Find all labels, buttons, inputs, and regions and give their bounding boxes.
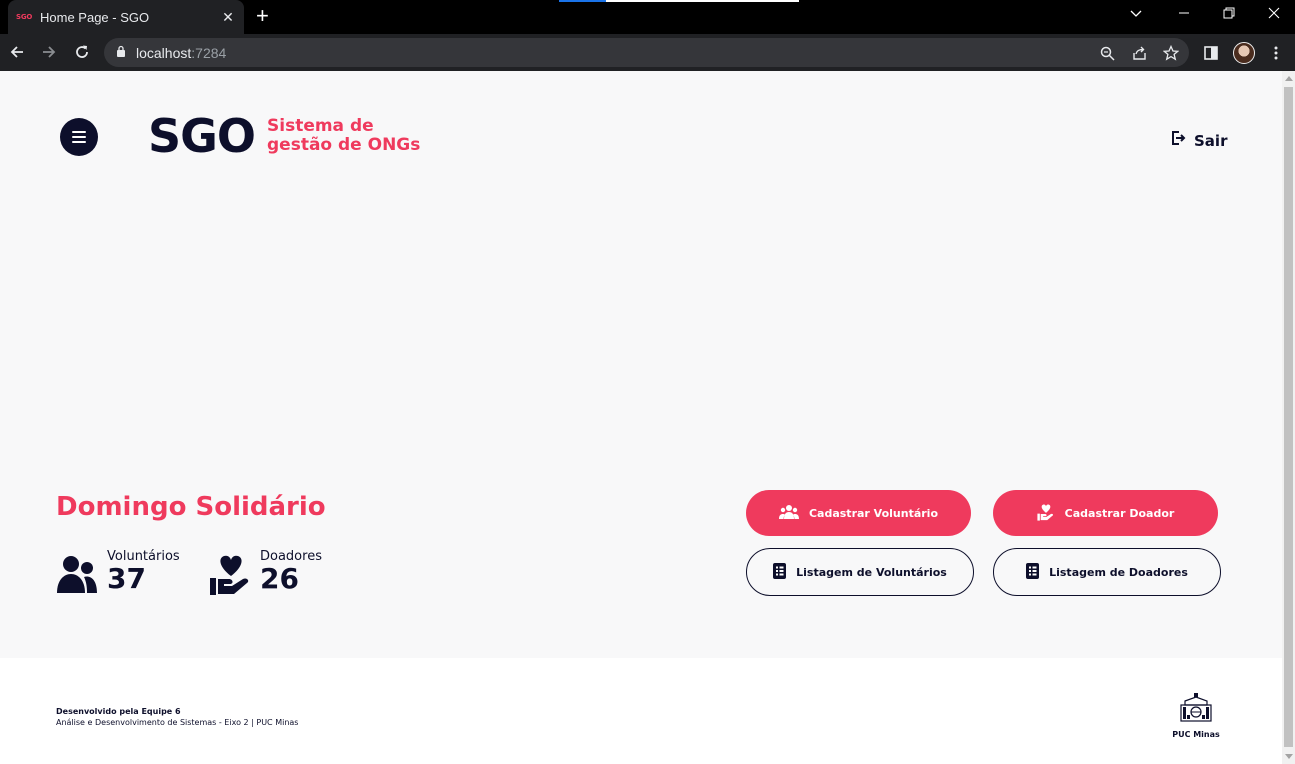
logo-subtitle: Sistema de gestão de ONGs — [267, 117, 420, 155]
share-icon[interactable] — [1130, 44, 1148, 62]
close-tab-icon[interactable]: ✕ — [220, 9, 236, 26]
register-volunteer-label: Cadastrar Voluntário — [808, 506, 939, 520]
forward-icon[interactable] — [38, 41, 60, 63]
list-icon — [773, 562, 787, 582]
donors-stat: Doadores 26 — [209, 549, 322, 601]
profile-avatar[interactable] — [1233, 42, 1255, 64]
page-scrollbar[interactable] — [1282, 71, 1295, 764]
scroll-up-icon[interactable] — [1285, 76, 1293, 81]
list-volunteers-button[interactable]: Listagem de Voluntários — [746, 548, 974, 596]
tab-search-icon[interactable] — [1130, 6, 1142, 22]
side-panel-icon[interactable] — [1200, 42, 1222, 64]
loading-indicator — [559, 0, 799, 2]
new-tab-icon[interactable]: + — [256, 5, 269, 27]
zoom-icon[interactable] — [1098, 44, 1116, 62]
lock-icon[interactable] — [116, 44, 126, 62]
tab-favicon: SGO — [16, 13, 33, 21]
puc-minas-label: PUC Minas — [1172, 730, 1220, 739]
list-donors-label: Listagem de Doadores — [1049, 565, 1188, 579]
reload-icon[interactable] — [71, 41, 93, 63]
page-content: SGO Sistema de gestão de ONGs Sair Domin… — [0, 71, 1282, 764]
hamburger-menu-button[interactable] — [60, 118, 98, 156]
logo-subtitle-line2: gestão de ONGs — [267, 135, 421, 155]
donors-count: 26 — [260, 562, 299, 595]
list-icon — [1026, 562, 1040, 582]
bookmark-star-icon[interactable] — [1162, 44, 1180, 62]
close-window-icon[interactable] — [1268, 6, 1280, 22]
volunteers-stat: Voluntários 37 — [56, 549, 180, 600]
back-icon[interactable] — [6, 41, 28, 63]
logout-icon — [1170, 130, 1186, 151]
hand-heart-icon — [209, 552, 253, 601]
url-host: localhost — [136, 44, 192, 61]
register-volunteer-button[interactable]: Cadastrar Voluntário — [746, 490, 971, 536]
event-title: Domingo Solidário — [56, 492, 326, 522]
browser-menu-icon[interactable] — [1265, 42, 1287, 64]
logout-button[interactable]: Sair — [1170, 130, 1227, 151]
puc-minas-logo: PUC Minas — [1168, 693, 1224, 739]
address-bar[interactable]: localhost:7284 — [104, 38, 1189, 67]
register-donor-label: Cadastrar Doador — [1064, 506, 1175, 520]
volunteers-count: 37 — [107, 562, 146, 595]
list-volunteers-label: Listagem de Voluntários — [796, 565, 947, 579]
logo-mark: SGO — [148, 109, 256, 163]
url-port: :7284 — [191, 44, 227, 61]
menu-icon-bar — [72, 131, 86, 133]
footer-course: Análise e Desenvolvimento de Sistemas - … — [56, 718, 299, 727]
tab-title: Home Page - SGO — [40, 9, 150, 25]
menu-icon-bar — [72, 141, 86, 143]
list-donors-button[interactable]: Listagem de Doadores — [993, 548, 1221, 596]
register-donor-button[interactable]: Cadastrar Doador — [993, 490, 1218, 536]
footer: Desenvolvido pela Equipe 6 Análise e Des… — [0, 658, 1282, 764]
browser-toolbar: localhost:7284 — [0, 34, 1295, 71]
minimize-icon[interactable] — [1178, 6, 1190, 22]
browser-tabstrip: SGO Home Page - SGO ✕ + — [0, 0, 1295, 34]
browser-tab[interactable]: SGO Home Page - SGO ✕ — [8, 0, 244, 34]
footer-team: Desenvolvido pela Equipe 6 — [56, 707, 181, 716]
scrollbar-thumb[interactable] — [1284, 87, 1293, 747]
logo-subtitle-line1: Sistema de — [267, 116, 374, 136]
users-icon — [56, 553, 98, 600]
sgo-logo[interactable]: SGO Sistema de gestão de ONGs — [148, 109, 420, 163]
hand-heart-icon — [1037, 503, 1055, 524]
logout-label: Sair — [1194, 131, 1228, 150]
restore-icon[interactable] — [1223, 6, 1235, 22]
puc-crest-icon — [1179, 693, 1213, 728]
menu-icon-bar — [72, 136, 86, 138]
users-add-icon — [778, 504, 799, 523]
scroll-down-icon[interactable] — [1285, 754, 1293, 759]
